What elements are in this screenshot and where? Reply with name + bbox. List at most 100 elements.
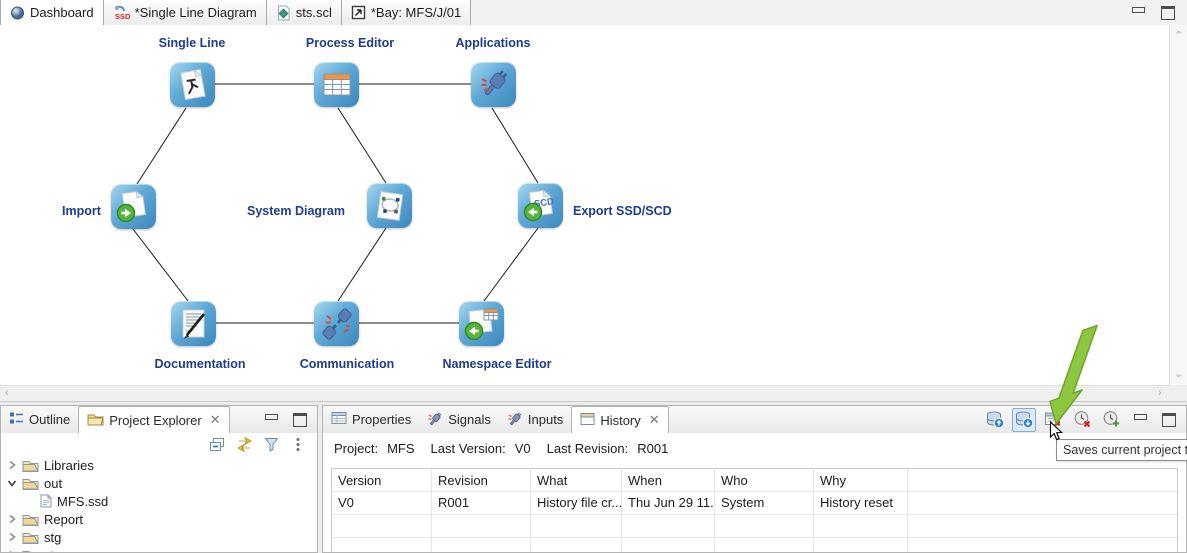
maximize-button[interactable]: [1160, 411, 1178, 429]
minimize-button[interactable]: [1129, 4, 1147, 22]
tab-dashboard[interactable]: Dashboard: [0, 0, 104, 25]
tab-signals[interactable]: Signals: [419, 406, 499, 433]
documentation-icon: [175, 305, 213, 343]
report-icon[interactable]: [1041, 408, 1065, 432]
chevron-right-icon[interactable]: [5, 513, 19, 525]
node-label-system-diagram: System Diagram: [247, 204, 345, 218]
tree-item-libraries[interactable]: Libraries: [1, 456, 317, 474]
project-value: MFS: [387, 441, 414, 456]
scroll-left-icon[interactable]: ‹: [5, 388, 9, 399]
tree-item-label: Libraries: [42, 458, 94, 473]
tab-properties[interactable]: Properties: [323, 406, 419, 433]
collapse-all-icon[interactable]: [208, 435, 226, 453]
table-row[interactable]: V0R001History file cr...Thu Jun 29 11...…: [332, 492, 1177, 515]
close-icon[interactable]: ✕: [210, 412, 221, 428]
minimize-button[interactable]: [1131, 411, 1149, 429]
export-ssd-scd-icon: SCD: [521, 186, 561, 226]
tree-item-out[interactable]: out: [1, 474, 317, 492]
column-header-when[interactable]: When: [622, 469, 715, 491]
svg-text:SSD: SSD: [115, 12, 130, 21]
system-diagram-button[interactable]: [367, 183, 412, 228]
tree-item-stg[interactable]: stg: [1, 528, 317, 546]
communication-button[interactable]: [314, 301, 359, 346]
chevron-down-icon[interactable]: [5, 477, 19, 489]
last-version-label: Last Version:: [431, 441, 506, 456]
view-menu-icon[interactable]: [289, 435, 307, 453]
documentation-button[interactable]: [171, 301, 216, 346]
minimize-button[interactable]: [262, 411, 280, 429]
table-cell: Thu Jun 29 11...: [622, 492, 715, 514]
minimize-icon: [265, 414, 278, 420]
table-cell: [622, 515, 715, 537]
scroll-right-icon[interactable]: ›: [1158, 388, 1162, 399]
add-history-icon[interactable]: [1099, 408, 1123, 432]
table-row-empty: [332, 538, 1177, 552]
maximize-button[interactable]: [1159, 4, 1177, 22]
tree-item-report[interactable]: Report: [1, 510, 317, 528]
column-header-revision[interactable]: Revision: [432, 469, 531, 491]
project-explorer-icon: [87, 412, 104, 429]
single-line-icon: [174, 66, 212, 104]
tab-label: Project Explorer: [109, 413, 201, 428]
editor-vertical-scrollbar[interactable]: ⌃ ⌄: [1169, 25, 1187, 385]
tree-item-mfs-ssd[interactable]: MFS.ssd: [1, 492, 317, 510]
outline-icon: [9, 411, 24, 428]
table-cell: [332, 515, 432, 537]
bottom-area: Outline Project Explorer ✕ Librariesout: [0, 405, 1187, 553]
tab-label: Outline: [29, 412, 70, 427]
tab-bay-mfs-j-01[interactable]: *Bay: MFS/J/01: [342, 0, 471, 25]
project-tree: LibrariesoutMFS.ssdReport stgsts: [1, 456, 317, 552]
tab-sts-scl[interactable]: sts.scl: [267, 0, 342, 25]
close-icon[interactable]: ✕: [649, 412, 660, 428]
tab-label: History: [600, 413, 640, 428]
import-button[interactable]: [111, 184, 156, 229]
table-cell: [908, 492, 1177, 514]
remove-history-icon[interactable]: [1070, 408, 1094, 432]
properties-icon: [331, 411, 347, 428]
filter-icon[interactable]: [262, 435, 280, 453]
scroll-up-icon[interactable]: ⌃: [1174, 31, 1183, 42]
column-header-what[interactable]: What: [531, 469, 622, 491]
link-with-editor-icon[interactable]: [235, 435, 253, 453]
column-header-who[interactable]: Who: [715, 469, 814, 491]
last-revision-value: R001: [637, 441, 668, 456]
tree-item-label: stg: [42, 530, 61, 545]
folder-icon: [22, 513, 39, 526]
applications-button[interactable]: [471, 62, 516, 107]
node-label-namespace-editor: Namespace Editor: [442, 357, 551, 371]
column-header-version[interactable]: Version: [332, 469, 432, 491]
table-cell: History reset: [814, 492, 908, 514]
tab-history[interactable]: History ✕: [571, 406, 668, 434]
scrollbar-corner: [1170, 385, 1187, 401]
last-revision-label: Last Revision:: [547, 441, 629, 456]
column-header-why[interactable]: Why: [814, 469, 908, 491]
column-header-filler: [908, 469, 1177, 491]
tab-outline[interactable]: Outline: [1, 406, 78, 433]
export-ssd-scd-button[interactable]: SCD: [518, 183, 563, 228]
table-cell: [715, 538, 814, 552]
save-project-icon[interactable]: [1012, 408, 1036, 432]
tab-inputs[interactable]: Inputs: [499, 406, 571, 433]
namespace-editor-button[interactable]: [459, 301, 504, 346]
tab-project-explorer[interactable]: Project Explorer ✕: [78, 406, 229, 434]
scroll-down-icon[interactable]: ⌄: [1174, 369, 1183, 380]
history-table-body: V0R001History file cr...Thu Jun 29 11...…: [332, 492, 1177, 552]
save-version-icon[interactable]: [983, 408, 1007, 432]
single-line-button[interactable]: [170, 62, 215, 107]
tab-single-line-diagram[interactable]: SSD *Single Line Diagram: [104, 0, 267, 25]
table-cell: [531, 515, 622, 537]
maximize-button[interactable]: [291, 411, 309, 429]
table-cell: [908, 515, 1177, 537]
communication-icon: [318, 305, 356, 343]
table-cell: [531, 538, 622, 552]
editor-horizontal-scrollbar[interactable]: ‹ ›: [0, 385, 1170, 402]
chevron-right-icon[interactable]: [5, 531, 19, 543]
namespace-editor-icon: [462, 304, 502, 344]
chevron-right-icon[interactable]: [5, 459, 19, 471]
table-cell: [814, 515, 908, 537]
tab-label: *Single Line Diagram: [135, 5, 257, 20]
node-label-documentation: Documentation: [155, 357, 246, 371]
process-editor-button[interactable]: [314, 62, 359, 107]
chevron-right-icon[interactable]: [5, 549, 19, 552]
tree-item-sts[interactable]: sts: [1, 546, 317, 552]
